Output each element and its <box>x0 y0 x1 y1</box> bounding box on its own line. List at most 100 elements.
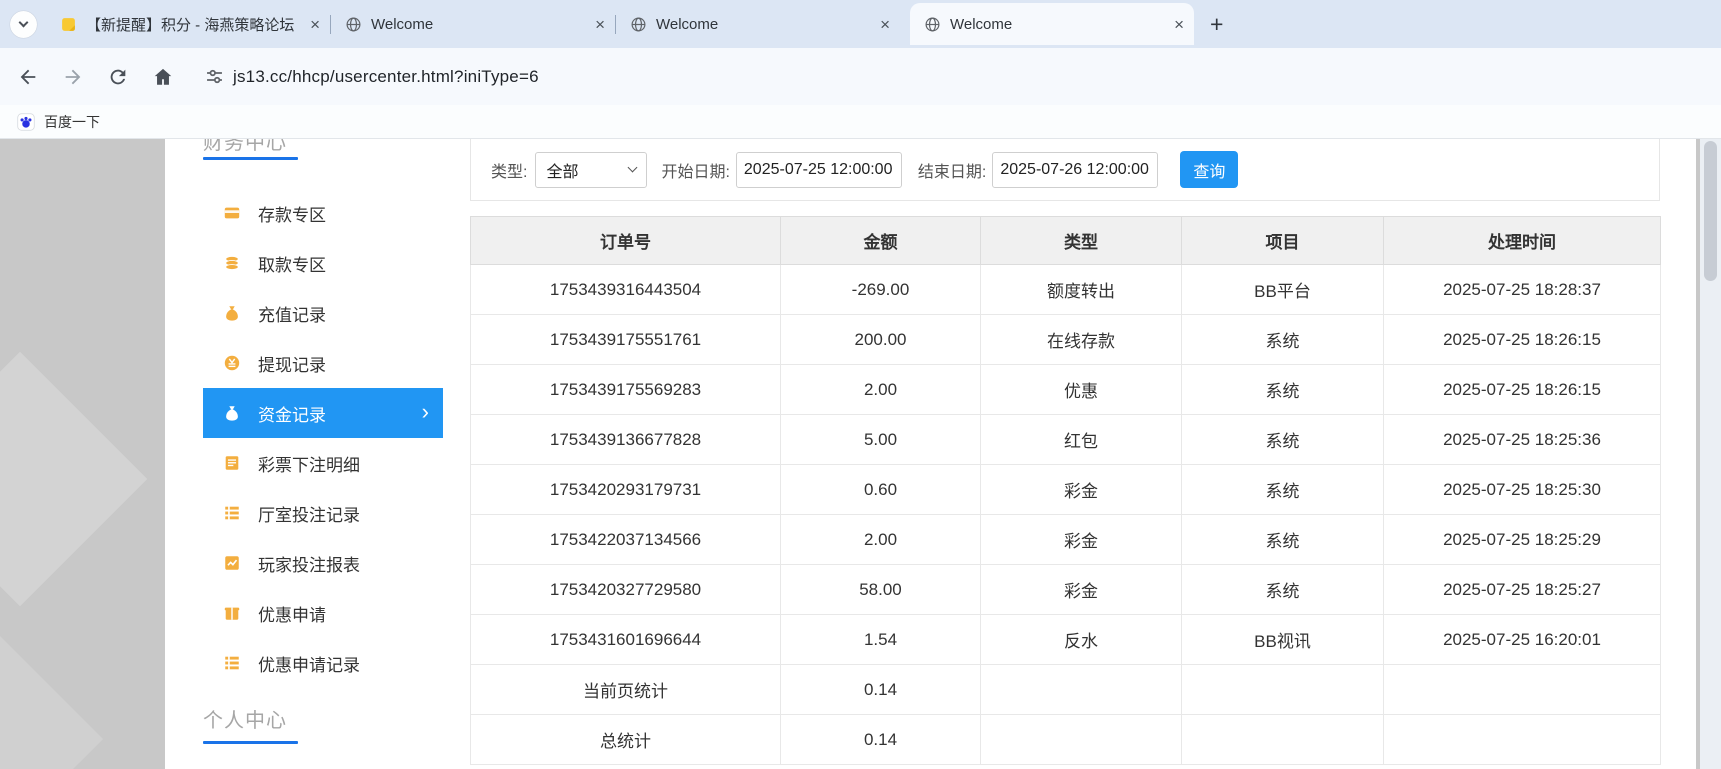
column-header-type: 类型 <box>980 216 1182 265</box>
page-scrollbar[interactable] <box>1700 139 1721 769</box>
cell-project: 系统 <box>1181 314 1384 365</box>
close-icon[interactable]: × <box>310 16 320 33</box>
page-viewport: 财务中心 存款专区 取款专区 充值记录 提现记录 资金记录 › 彩票下注明细 厅… <box>0 139 1721 769</box>
type-select[interactable]: 全部 <box>535 151 648 188</box>
cell-time: 2025-07-25 16:20:01 <box>1383 614 1661 665</box>
end-date-input[interactable] <box>992 151 1159 188</box>
cell-amount: 2.00 <box>780 514 981 565</box>
cell-empty <box>1383 664 1661 715</box>
cell-amount: 0.60 <box>780 464 981 515</box>
cell-type: 彩金 <box>980 514 1182 565</box>
sidebar-item-player-bet-report[interactable]: 玩家投注报表 <box>203 538 443 588</box>
cell-type: 红包 <box>980 414 1182 465</box>
table-row: 1753439175569283 2.00 优惠 系统 2025-07-25 1… <box>470 364 1661 415</box>
lottery-detail-icon <box>225 456 239 470</box>
table-row: 1753422037134566 2.00 彩金 系统 2025-07-25 1… <box>470 514 1661 565</box>
tab-2[interactable]: Welcome × <box>331 0 615 48</box>
sidebar-item-funds-records[interactable]: 资金记录 › <box>203 388 443 438</box>
cell-empty <box>1181 664 1384 715</box>
table-row: 1753431601696644 1.54 反水 BB视讯 2025-07-25… <box>470 614 1661 665</box>
cell-time: 2025-07-25 18:28:37 <box>1383 264 1661 315</box>
sidebar-item-withdraw-records[interactable]: 提现记录 <box>203 338 443 388</box>
start-date-input[interactable] <box>735 151 902 188</box>
start-date-label: 开始日期: <box>661 163 730 181</box>
cell-project: BB平台 <box>1181 264 1384 315</box>
tab-search-button[interactable] <box>10 10 37 38</box>
content-panel: 财务中心 存款专区 取款专区 充值记录 提现记录 资金记录 › 彩票下注明细 厅… <box>165 139 1696 769</box>
cell-type: 优惠 <box>980 364 1182 415</box>
tab-title: Welcome <box>950 15 1013 33</box>
close-icon[interactable]: × <box>595 16 605 33</box>
end-date-label: 结束日期: <box>917 163 987 181</box>
table-row: 1753420327729580 58.00 彩金 系统 2025-07-25 … <box>470 564 1661 615</box>
home-icon[interactable] <box>152 66 174 88</box>
tab-title: 【新提醒】积分 - 海燕策略论坛 <box>86 16 295 34</box>
sidebar-item-promo-apply-records[interactable]: 优惠申请记录 <box>203 638 443 688</box>
cell-order-no: 1753431601696644 <box>470 614 781 665</box>
cell-amount: 1.54 <box>780 614 981 665</box>
table-row-grand-total: 总统计 0.14 <box>470 714 1661 765</box>
cell-project: 系统 <box>1181 414 1384 465</box>
cell-amount: -269.00 <box>780 264 981 315</box>
sidebar-item-lottery-bet-details[interactable]: 彩票下注明细 <box>203 438 443 488</box>
sidebar-item-label: 取款专区 <box>258 255 326 275</box>
close-icon[interactable]: × <box>880 16 890 33</box>
address-bar[interactable]: js13.cc/hhcp/usercenter.html?iniType=6 <box>204 66 1721 87</box>
sidebar-section-personal: 个人中心 <box>203 710 287 732</box>
new-tab-button[interactable]: + <box>1210 12 1223 36</box>
sidebar-item-promo-apply[interactable]: 优惠申请 <box>203 588 443 638</box>
sidebar-item-label: 优惠申请 <box>258 605 326 625</box>
deposit-card-icon <box>224 207 240 219</box>
sidebar-item-hall-bet-records[interactable]: 厅室投注记录 <box>203 488 443 538</box>
chevron-down-icon <box>18 17 29 28</box>
cell-project: 系统 <box>1181 514 1384 565</box>
cell-project: BB视讯 <box>1181 614 1384 665</box>
cell-amount: 200.00 <box>780 314 981 365</box>
cell-type: 彩金 <box>980 464 1182 515</box>
sidebar-item-label: 充值记录 <box>258 305 326 325</box>
back-icon[interactable] <box>17 66 39 88</box>
hall-bet-list-icon <box>225 506 239 520</box>
sidebar-item-deposit-zone[interactable]: 存款专区 <box>203 188 443 238</box>
site-settings-icon[interactable] <box>204 66 225 87</box>
scrollbar-thumb[interactable] <box>1704 141 1717 281</box>
cell-time: 2025-07-25 18:26:15 <box>1383 314 1661 365</box>
tab-title: Welcome <box>371 15 434 33</box>
cell-project: 系统 <box>1181 564 1384 615</box>
cell-amount: 5.00 <box>780 414 981 465</box>
navigation-bar: js13.cc/hhcp/usercenter.html?iniType=6 <box>0 48 1721 105</box>
globe-icon <box>631 17 646 31</box>
column-header-time: 处理时间 <box>1383 216 1661 265</box>
background-triangle-decoration <box>0 625 104 769</box>
filter-bar: 类型: 全部 开始日期: 结束日期: 查询 <box>470 139 1660 201</box>
forward-icon[interactable] <box>62 66 84 88</box>
withdraw-coins-icon <box>225 255 239 271</box>
sidebar-item-withdraw-zone[interactable]: 取款专区 <box>203 238 443 288</box>
promo-record-icon <box>225 656 239 670</box>
column-header-project: 项目 <box>1181 216 1384 265</box>
url-text[interactable]: js13.cc/hhcp/usercenter.html?iniType=6 <box>233 67 539 87</box>
cell-order-no: 1753439136677828 <box>470 414 781 465</box>
sidebar-item-label: 彩票下注明细 <box>258 455 360 475</box>
chevron-down-icon <box>628 162 638 173</box>
tab-4-active[interactable]: Welcome × <box>910 3 1194 45</box>
table-row: 1753439136677828 5.00 红包 系统 2025-07-25 1… <box>470 414 1661 465</box>
sidebar-item-label: 提现记录 <box>258 355 326 375</box>
main-content: 类型: 全部 开始日期: 结束日期: 查询 订单号 金额 <box>470 139 1661 765</box>
cell-time: 2025-07-25 18:25:27 <box>1383 564 1661 615</box>
table-row: 1753439175551761 200.00 在线存款 系统 2025-07-… <box>470 314 1661 365</box>
column-header-amount: 金额 <box>780 216 981 265</box>
promo-apply-icon <box>224 607 240 620</box>
cell-time: 2025-07-25 18:26:15 <box>1383 364 1661 415</box>
table-row: 1753439316443504 -269.00 额度转出 BB平台 2025-… <box>470 264 1661 315</box>
refresh-icon[interactable] <box>107 66 129 88</box>
search-button[interactable]: 查询 <box>1180 151 1239 188</box>
close-icon[interactable]: × <box>1174 16 1184 33</box>
bookmark-item[interactable]: 百度一下 <box>44 112 100 132</box>
tab-1[interactable]: 【新提醒】积分 - 海燕策略论坛 × <box>46 0 330 48</box>
tab-3[interactable]: Welcome × <box>616 0 900 48</box>
sidebar-item-recharge-records[interactable]: 充值记录 <box>203 288 443 338</box>
cell-amount: 2.00 <box>780 364 981 415</box>
table-row-page-total: 当前页统计 0.14 <box>470 664 1661 715</box>
funds-records-table: 订单号 金额 类型 项目 处理时间 1753439316443504 -269.… <box>470 216 1661 765</box>
